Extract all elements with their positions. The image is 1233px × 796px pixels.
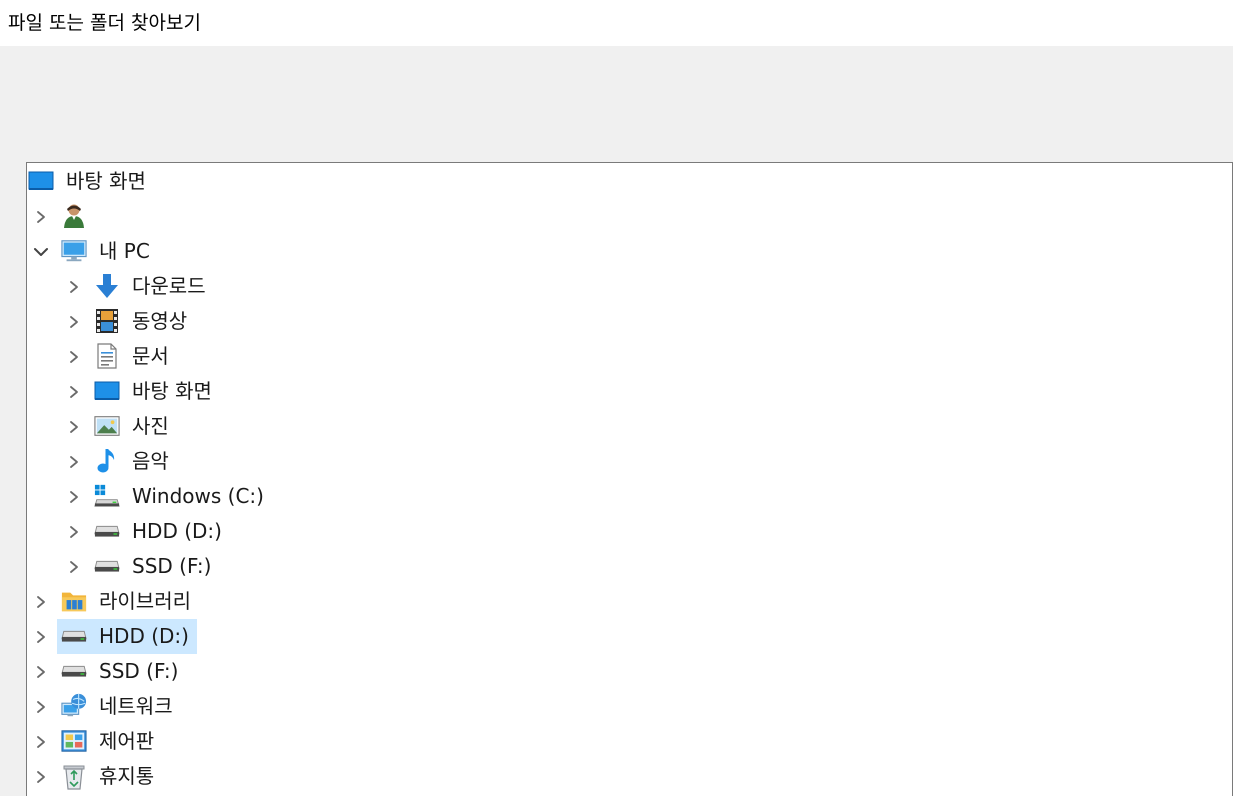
tree-item-label: 사진 <box>132 414 169 438</box>
tree-item-label: 다운로드 <box>132 274 206 298</box>
tree-item-label: 동영상 <box>132 309 188 333</box>
tree-item-label: SSD (F:) <box>132 554 212 578</box>
tree-item[interactable]: 바탕 화면 <box>27 374 1227 409</box>
tree-item[interactable]: 음악 <box>27 444 1227 479</box>
tree-item-label: 휴지통 <box>99 764 155 788</box>
chevron-right-icon[interactable] <box>66 314 82 330</box>
tree-item[interactable]: Windows (C:) <box>27 479 1227 514</box>
tree-item[interactable]: SSD (F:) <box>27 549 1227 584</box>
tree-item[interactable]: 동영상 <box>27 304 1227 339</box>
chevron-right-icon[interactable] <box>66 524 82 540</box>
libraries-icon <box>61 588 87 614</box>
tree-item-label: 음악 <box>132 449 169 473</box>
chevron-right-icon[interactable] <box>33 209 49 225</box>
tree-item[interactable]: 라이브러리 <box>27 584 1227 619</box>
tree-item-label: 네트워크 <box>99 694 173 718</box>
tree-item-label: 제어판 <box>99 729 155 753</box>
tree-item-label: HDD (D:) <box>132 519 222 543</box>
tree-item-label: SSD (F:) <box>99 659 179 683</box>
tree-item[interactable]: HDD (D:) <box>27 514 1227 549</box>
tree-item-label: 바탕 화면 <box>66 169 146 193</box>
tree-item-label: 문서 <box>132 344 169 368</box>
downloads-icon <box>94 273 120 299</box>
tree-item-label: HDD (D:) <box>99 624 189 648</box>
chevron-right-icon[interactable] <box>66 384 82 400</box>
tree-item-label: 라이브러리 <box>99 589 191 613</box>
music-icon <box>94 448 120 474</box>
user-icon <box>61 203 87 229</box>
recycle-bin-icon <box>61 763 87 790</box>
chevron-right-icon[interactable] <box>33 734 49 750</box>
tree-item[interactable]: 바탕 화면 <box>27 164 1227 199</box>
chevron-right-icon[interactable] <box>33 594 49 610</box>
chevron-right-icon[interactable] <box>33 664 49 680</box>
chevron-right-icon[interactable] <box>33 769 49 785</box>
documents-icon <box>94 343 120 369</box>
tree-item[interactable]: 문서 <box>27 339 1227 374</box>
tree-item[interactable]: 다운로드 <box>27 269 1227 304</box>
network-icon <box>61 693 87 719</box>
tree-item[interactable]: 내 PC <box>27 234 1227 269</box>
title-bar: 파일 또는 폴더 찾아보기 <box>0 0 1233 46</box>
tree-item-label: 바탕 화면 <box>132 379 212 403</box>
chevron-right-icon[interactable] <box>33 629 49 645</box>
drive-icon <box>61 658 87 684</box>
tree-item[interactable]: SSD (F:) <box>27 654 1227 689</box>
drive-icon <box>94 553 120 579</box>
desktop-icon <box>94 378 120 404</box>
tree-item[interactable]: 제어판 <box>27 724 1227 759</box>
chevron-right-icon[interactable] <box>66 349 82 365</box>
windows-drive-icon <box>94 483 120 509</box>
chevron-right-icon[interactable] <box>66 454 82 470</box>
folder-tree[interactable]: 바탕 화면 내 PC 다운로드 동영상 문서 바탕 화면 사진 음악 Windows (C:) H… <box>26 162 1233 796</box>
videos-icon <box>94 308 120 334</box>
chevron-right-icon[interactable] <box>66 279 82 295</box>
tree-item[interactable]: 네트워크 <box>27 689 1227 724</box>
control-panel-icon <box>61 728 87 754</box>
chevron-right-icon[interactable] <box>66 489 82 505</box>
chevron-right-icon[interactable] <box>66 419 82 435</box>
chevron-right-icon[interactable] <box>33 699 49 715</box>
chevron-right-icon[interactable] <box>66 559 82 575</box>
tree-item-label: Windows (C:) <box>132 484 264 508</box>
drive-icon <box>61 623 87 649</box>
pictures-icon <box>94 413 120 439</box>
tree-item[interactable]: 휴지통 <box>27 759 1227 794</box>
desktop-icon <box>28 168 54 194</box>
computer-icon <box>61 238 87 264</box>
tree-item[interactable]: 사진 <box>27 409 1227 444</box>
chevron-down-icon[interactable] <box>33 244 49 260</box>
drive-icon <box>94 518 120 544</box>
tree-item[interactable] <box>27 199 1227 234</box>
browse-for-folder-dialog: 파일 또는 폴더 찾아보기 바탕 화면 내 PC 다운로드 동영상 문서 바탕 화면 사진 음… <box>0 0 1233 796</box>
dialog-title: 파일 또는 폴더 찾아보기 <box>8 12 201 34</box>
tree-item-label: 내 PC <box>99 239 150 263</box>
tree-item[interactable]: HDD (D:) <box>27 619 1227 654</box>
